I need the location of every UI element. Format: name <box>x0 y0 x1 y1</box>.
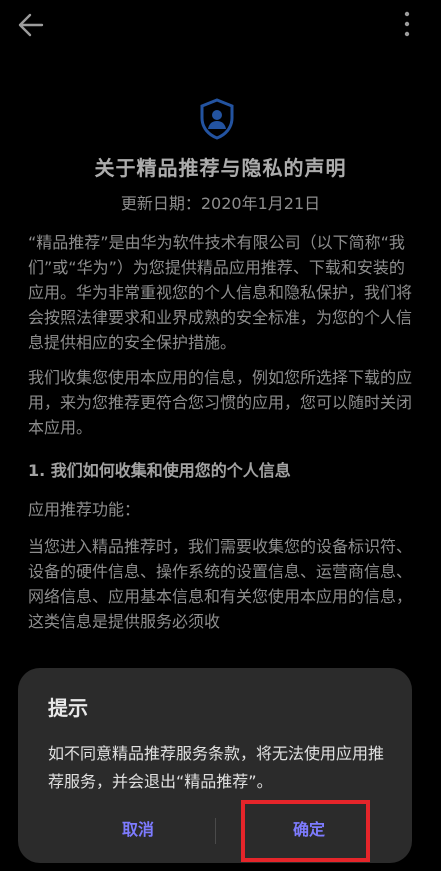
cancel-button[interactable]: 取消 <box>78 810 198 850</box>
button-divider <box>215 818 216 844</box>
highlight-box <box>241 800 370 862</box>
dialog-title: 提示 <box>48 696 88 720</box>
dialog-message: 如不同意精品推荐服务条款，将无法使用应用推荐服务，并会退出“精品推荐”。 <box>48 744 385 791</box>
